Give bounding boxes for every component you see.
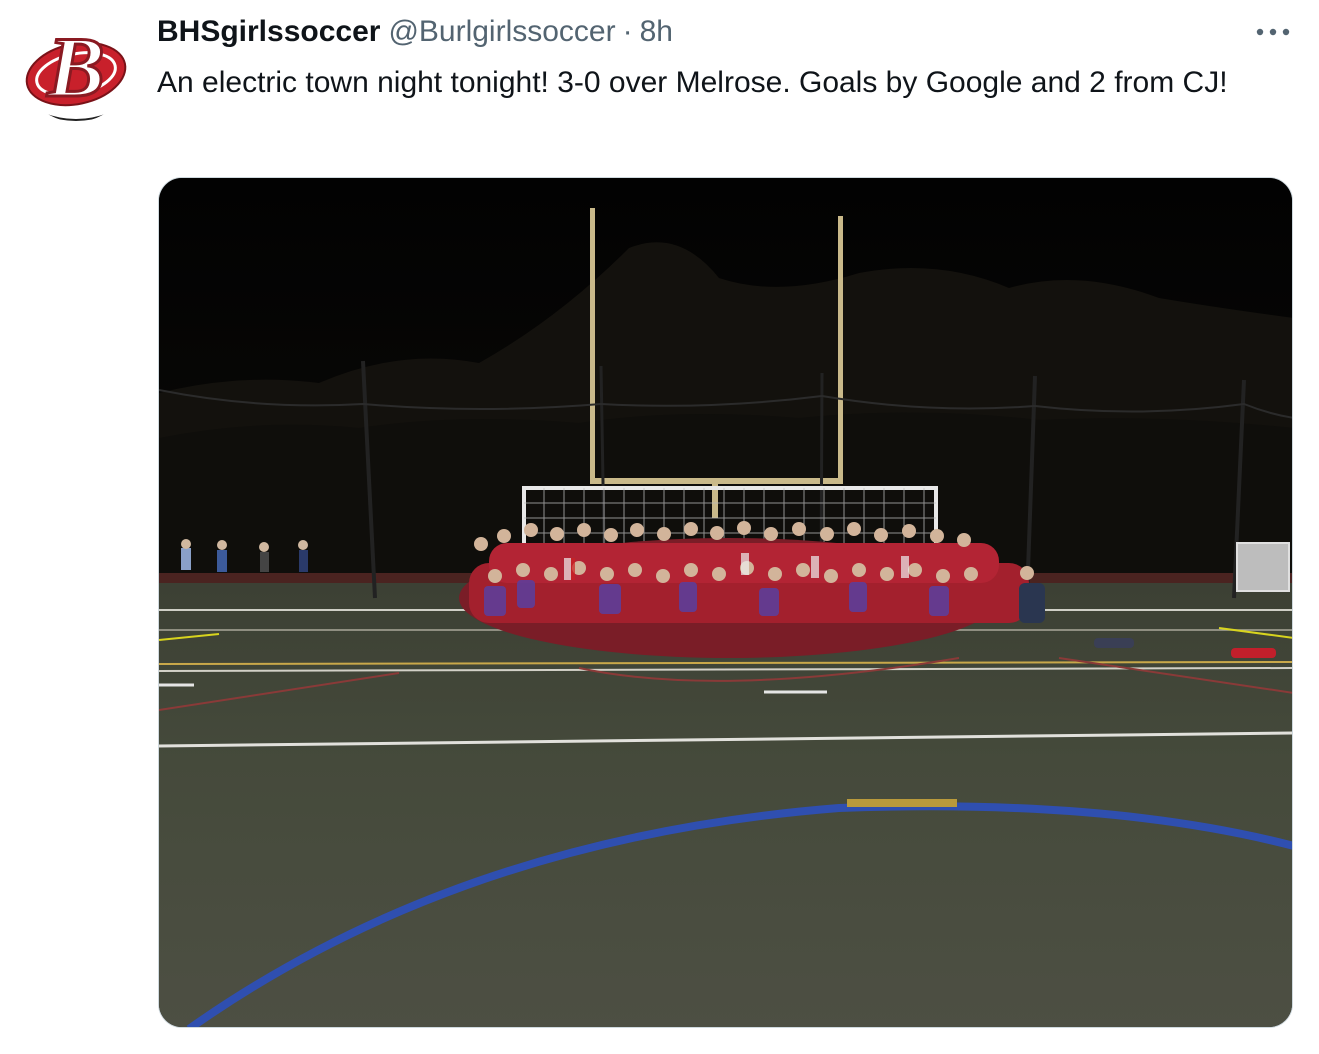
team-logo-icon: B xyxy=(22,14,130,122)
display-name[interactable]: BHSgirlssoccer xyxy=(157,12,380,52)
soccer-field-photo xyxy=(159,178,1292,1027)
avatar[interactable]: B xyxy=(22,14,130,122)
more-horizontal-icon xyxy=(1256,28,1290,36)
tweet[interactable]: B BHSgirlssoccer @Burlgirlssoccer · 8h A… xyxy=(0,0,1319,1054)
timestamp[interactable]: 8h xyxy=(640,12,673,52)
tweet-text: An electric town night tonight! 3-0 over… xyxy=(157,66,1228,99)
svg-text:B: B xyxy=(46,19,104,115)
user-handle[interactable]: @Burlgirlssoccer xyxy=(388,12,615,52)
tweet-header: BHSgirlssoccer @Burlgirlssoccer · 8h xyxy=(157,12,673,52)
more-options-button[interactable] xyxy=(1248,16,1298,48)
separator-dot: · xyxy=(622,15,633,48)
tweet-photo[interactable] xyxy=(158,177,1293,1028)
